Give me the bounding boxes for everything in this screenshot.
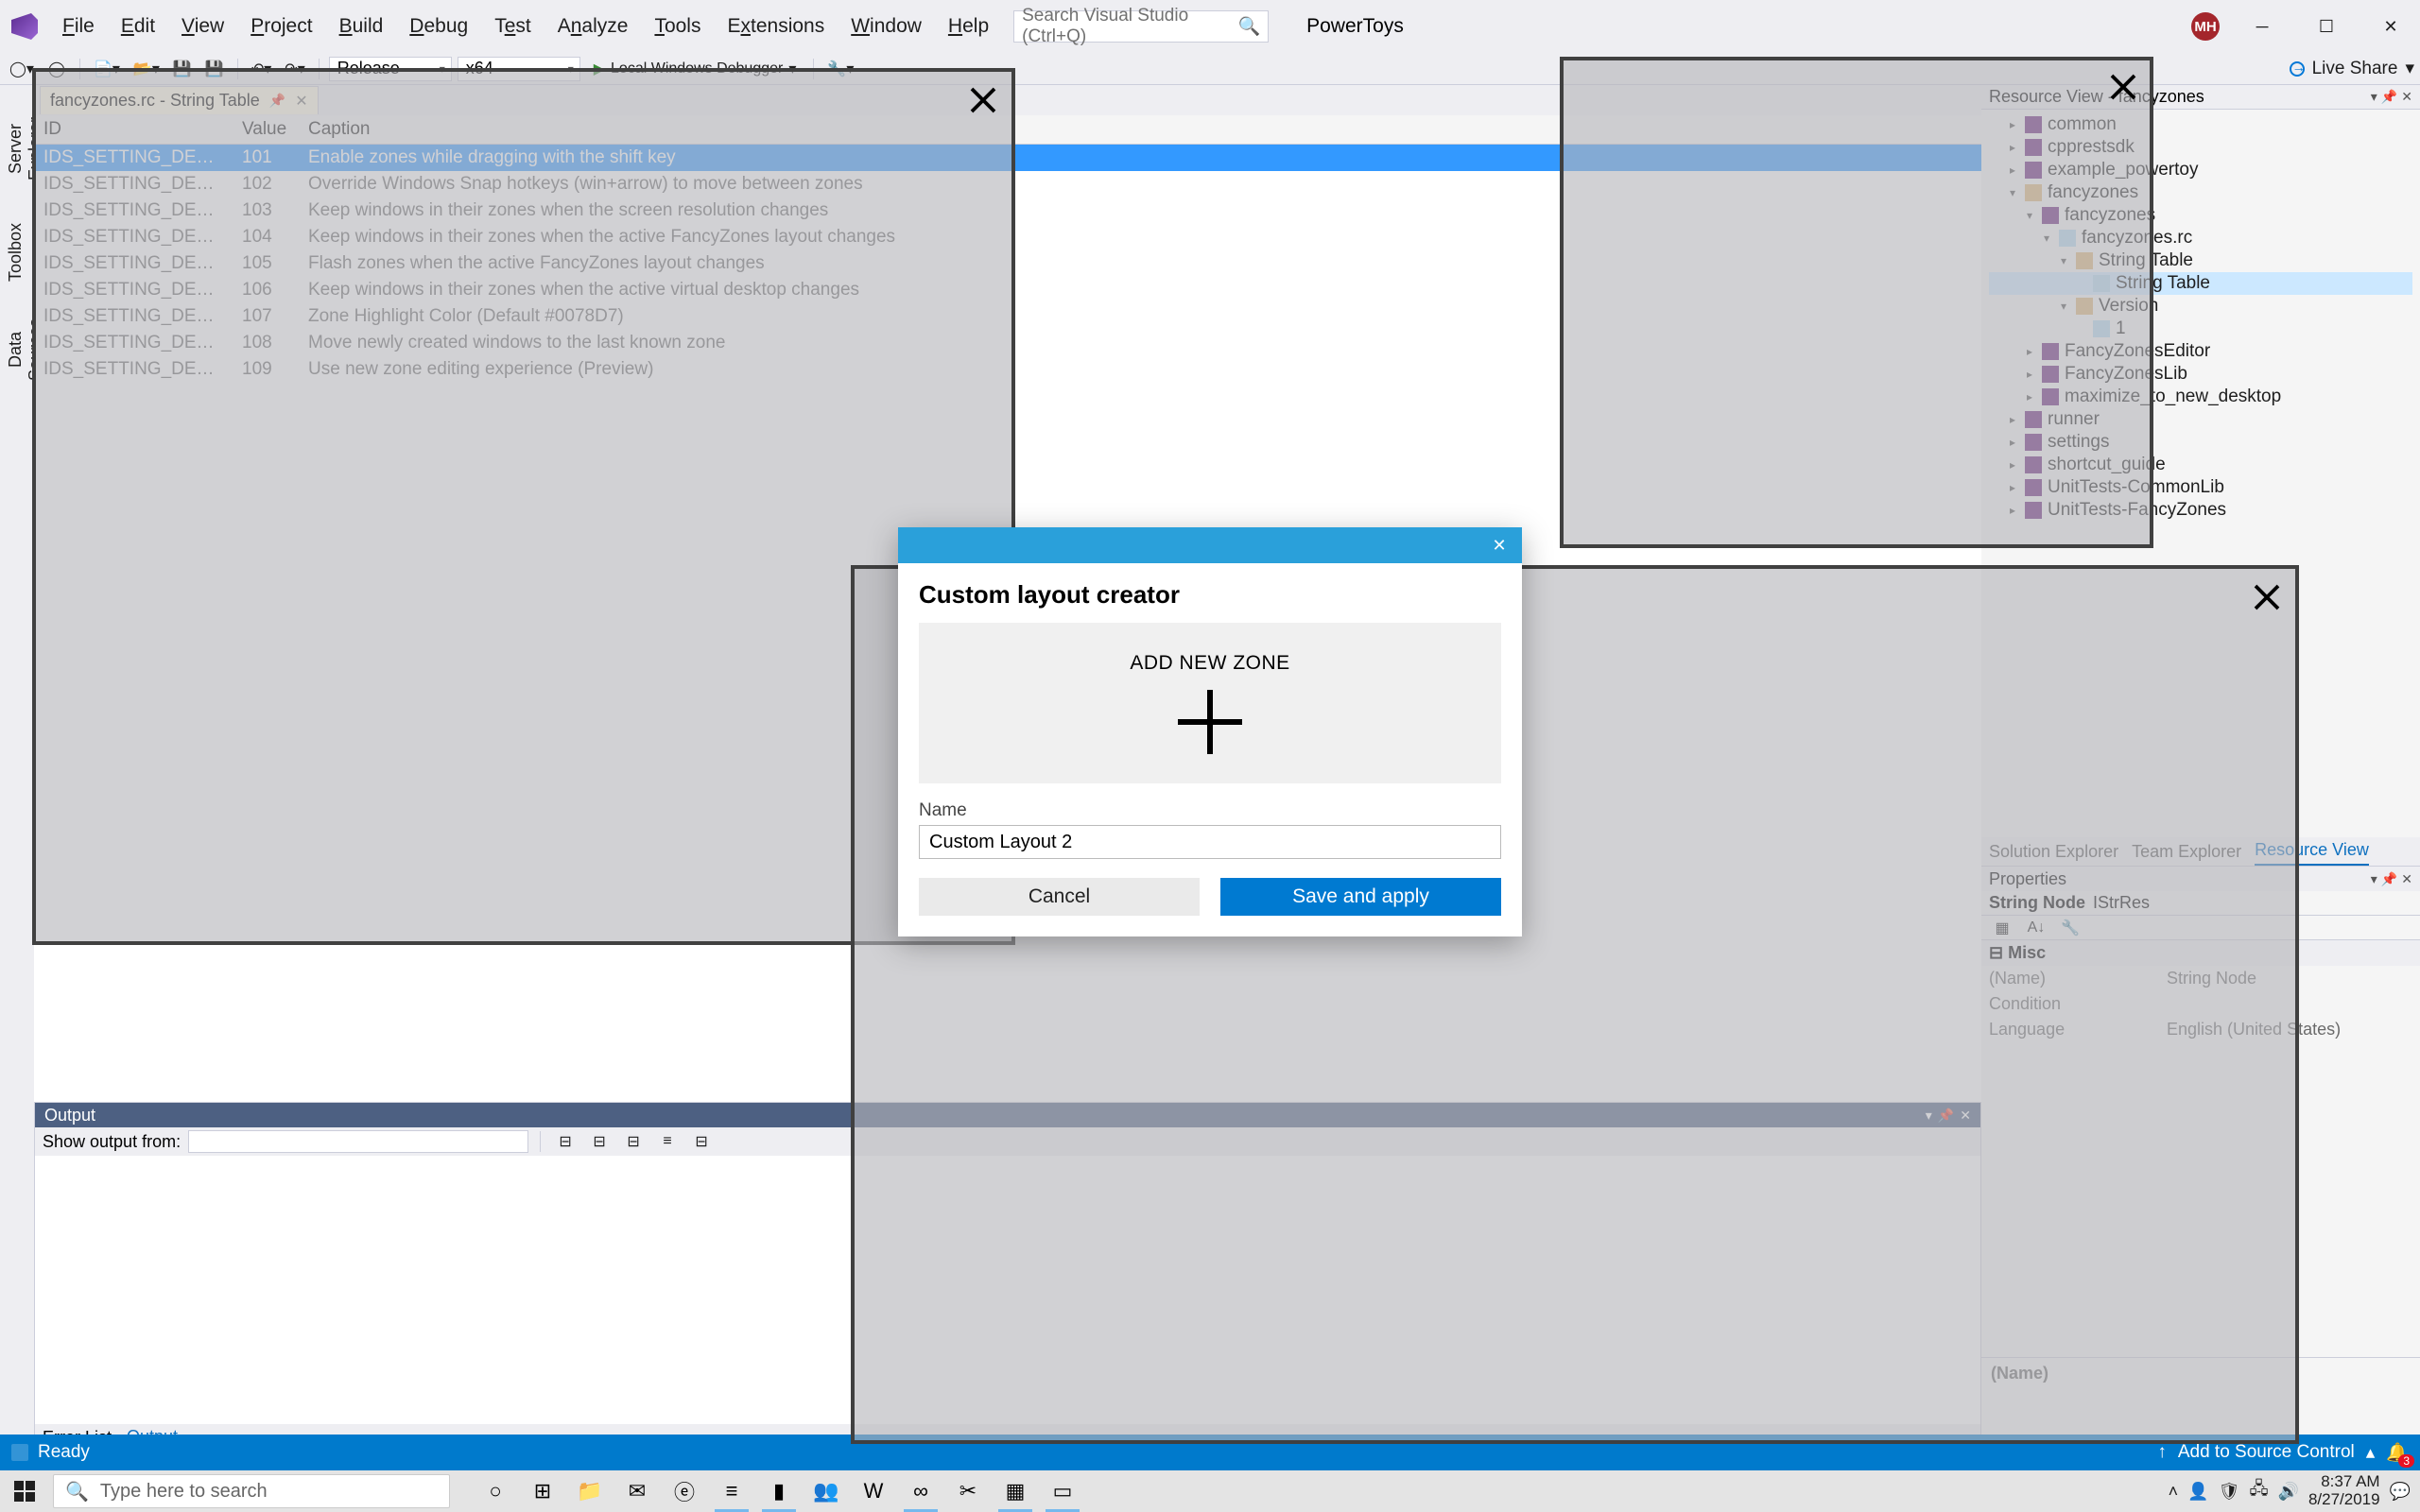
tray-volume-icon[interactable]: 🔊 [2278,1482,2299,1502]
taskview-icon[interactable]: ⊞ [520,1470,565,1512]
start-button[interactable] [0,1470,49,1512]
toolbox-tab[interactable]: Toolbox [0,212,32,293]
liveshare-icon [2290,61,2305,77]
teams-icon[interactable]: 👥 [804,1470,849,1512]
notifications-icon[interactable]: 🔔 [2386,1441,2409,1464]
zone-handle[interactable] [1560,57,1582,79]
dialog-title: Custom layout creator [919,580,1501,610]
zone-handle[interactable] [2276,1421,2299,1444]
date: 8/27/2019 [2308,1491,2380,1509]
taskbar-search[interactable]: 🔍 Type here to search [53,1474,450,1508]
server-explorer-tab[interactable]: Server Explorer [0,85,32,212]
menu-project[interactable]: Project [237,9,325,43]
save-apply-button[interactable]: Save and apply [1220,878,1501,916]
liveshare-label[interactable]: Live Share [2312,59,2398,79]
action-center-icon[interactable]: 💬 [2390,1482,2411,1502]
output-tool-2[interactable]: ⊟ [586,1128,613,1155]
clock[interactable]: 8:37 AM 8/27/2019 [2308,1473,2380,1508]
word-icon[interactable]: W [851,1470,896,1512]
add-zone-label: ADD NEW ZONE [1130,652,1289,675]
liveshare-dropdown[interactable]: ▾ [2405,58,2414,79]
zone-handle[interactable] [1560,525,1582,548]
left-rail: Server Explorer Toolbox Data Sources [0,85,32,406]
app-icon[interactable]: ▭ [1040,1470,1085,1512]
vs-logo-icon [11,13,38,40]
dialog-titlebar[interactable]: ✕ [898,527,1522,563]
search-icon: 🔍 [1237,15,1260,38]
add-zone-button[interactable]: ADD NEW ZONE [919,623,1501,783]
output-source-select[interactable] [188,1130,528,1153]
search-input[interactable]: Search Visual Studio (Ctrl+Q) 🔍 [1013,10,1269,43]
taskbar-search-placeholder: Type here to search [100,1481,268,1503]
menu-file[interactable]: File [49,9,108,43]
output-tool-5[interactable]: ⊟ [688,1128,715,1155]
output-tool-4[interactable]: ≡ [654,1128,681,1155]
output-title: Output [44,1106,95,1125]
menu-test[interactable]: Test [481,9,544,43]
task-icons: ○ ⊞ 📁 ✉ ⓔ ≡ ▮ 👥 W ∞ ✂ ▦ ▭ [473,1470,1085,1512]
menu-build[interactable]: Build [326,9,397,43]
menu-help[interactable]: Help [935,9,1002,43]
menu-extensions[interactable]: Extensions [714,9,838,43]
plus-icon [1178,690,1242,754]
zone-handle[interactable] [851,1421,873,1444]
outlook-icon[interactable]: ✉ [614,1470,660,1512]
visualstudio-icon[interactable]: ∞ [898,1470,943,1512]
output-tool-1[interactable]: ⊟ [552,1128,579,1155]
solution-name: PowerToys [1295,9,1415,43]
cortana-icon[interactable]: ○ [473,1470,518,1512]
search-icon: 🔍 [65,1480,89,1503]
system-tray: ˄ 👤 🛡 🖧 🔊 8:37 AM 8/27/2019 💬 [2159,1473,2420,1508]
cancel-button[interactable]: Cancel [919,878,1200,916]
output-tool-3[interactable]: ⊟ [620,1128,647,1155]
close-button[interactable]: ✕ [2369,11,2412,42]
zone-handle[interactable] [2131,525,2153,548]
zone-handle[interactable] [32,922,55,945]
zone-close-button[interactable] [2102,66,2144,108]
minimize-button[interactable]: ─ [2240,11,2284,42]
tray-network-icon[interactable]: 🖧 [2249,1477,2268,1505]
taskbar: 🔍 Type here to search ○ ⊞ 📁 ✉ ⓔ ≡ ▮ 👥 W … [0,1470,2420,1512]
status-icon [11,1444,28,1461]
status-ready: Ready [38,1442,90,1463]
terminal-icon[interactable]: ▮ [756,1470,802,1512]
launch-profile-icon[interactable]: ↑ [2157,1442,2167,1463]
snip-icon[interactable]: ✂ [945,1470,991,1512]
dialog-close-button[interactable]: ✕ [1486,536,1512,556]
explorer-icon[interactable]: 📁 [567,1470,613,1512]
zone-handle[interactable] [32,68,55,91]
titlebar: File Edit View Project Build Debug Test … [0,0,2420,53]
store-icon[interactable]: ▦ [993,1470,1038,1512]
zone-close-button[interactable] [2246,576,2288,618]
menu-debug[interactable]: Debug [396,9,481,43]
zone-close-button[interactable] [962,79,1004,121]
user-avatar[interactable]: MH [2191,12,2220,41]
main-menu: File Edit View Project Build Debug Test … [49,9,1002,43]
custom-layout-dialog: ✕ Custom layout creator ADD NEW ZONE Nam… [898,527,1522,936]
show-output-from-label: Show output from: [43,1132,181,1152]
time: 8:37 AM [2308,1473,2380,1491]
maximize-button[interactable]: ☐ [2305,11,2348,42]
menu-edit[interactable]: Edit [108,9,168,43]
menu-analyze[interactable]: Analyze [544,9,642,43]
vscode-icon[interactable]: ≡ [709,1470,754,1512]
tray-people-icon[interactable]: 👤 [2187,1482,2208,1502]
edge-icon[interactable]: ⓔ [662,1470,707,1512]
tray-up-icon[interactable]: ˄ [2169,1482,2179,1502]
source-control-label[interactable]: Add to Source Control [2178,1442,2355,1463]
name-label: Name [919,800,1501,821]
menu-window[interactable]: Window [838,9,935,43]
zone-handle[interactable] [851,565,873,588]
layout-name-input[interactable] [919,825,1501,859]
menu-view[interactable]: View [168,9,237,43]
zone-2[interactable] [1560,57,2153,548]
menu-tools[interactable]: Tools [641,9,714,43]
data-sources-tab[interactable]: Data Sources [0,293,32,406]
search-placeholder: Search Visual Studio (Ctrl+Q) [1022,6,1237,47]
tray-defender-icon[interactable]: 🛡 [2219,1482,2240,1502]
